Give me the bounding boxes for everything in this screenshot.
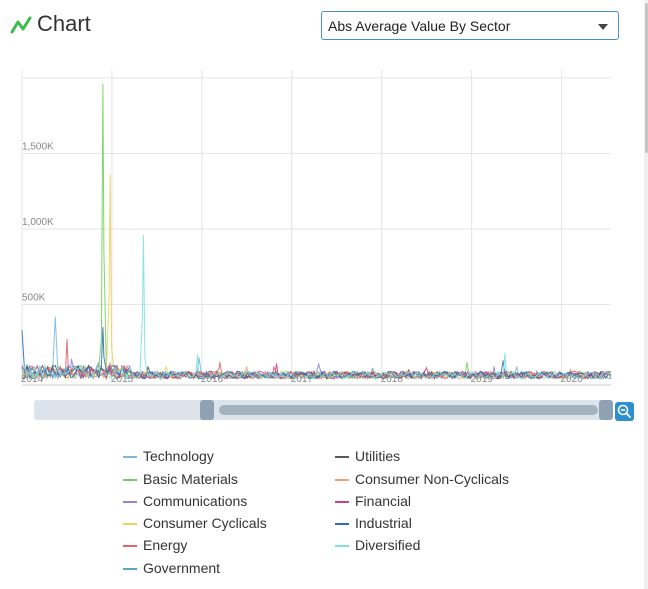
legend-label: Communications — [143, 493, 248, 509]
legend-swatch — [123, 523, 137, 525]
legend-swatch — [123, 479, 137, 481]
y-tick-label: 500K — [22, 293, 46, 304]
legend-swatch — [335, 523, 349, 525]
line-chart-icon — [10, 16, 32, 34]
legend-swatch — [335, 456, 349, 458]
legend-swatch — [123, 545, 137, 547]
zoom-out-icon — [617, 404, 631, 418]
x-tick-label: 2017 — [291, 374, 314, 385]
zoom-handle-left[interactable] — [200, 400, 214, 420]
legend-label: Technology — [143, 448, 214, 464]
legend-label: Industrial — [355, 515, 412, 531]
zoom-reset-button[interactable] — [615, 402, 634, 421]
legend-label: Diversified — [355, 537, 421, 553]
legend-label: Utilities — [355, 448, 401, 464]
x-tick-label: 2016 — [201, 374, 224, 385]
x-tick-label: 2020 — [561, 374, 584, 385]
x-tick-label: 2019 — [471, 374, 494, 385]
legend-label: Consumer Cyclicals — [143, 515, 267, 531]
metric-dropdown[interactable]: Abs Average Value By Sector — [321, 11, 619, 40]
zoom-navigator[interactable] — [34, 400, 613, 420]
series-line-consumer-cyclicals — [21, 174, 612, 381]
legend-label: Financial — [355, 493, 412, 509]
legend-swatch — [335, 501, 349, 503]
metric-dropdown-value: Abs Average Value By Sector — [328, 18, 511, 34]
legend-swatch — [123, 456, 137, 458]
page-title: Chart — [37, 11, 91, 36]
legend-swatch — [123, 568, 137, 570]
x-tick-label: 2014 — [21, 374, 44, 385]
x-tick-label: 2018 — [381, 374, 404, 385]
y-tick-label: 1,500K — [22, 142, 54, 153]
legend-label: Government — [143, 560, 221, 576]
legend-label: Basic Materials — [143, 471, 238, 487]
zoom-handle-right[interactable] — [599, 400, 613, 420]
legend-swatch — [335, 479, 349, 481]
zoom-range-selection[interactable] — [219, 405, 598, 415]
x-tick-label: 2015 — [111, 374, 134, 385]
y-tick-label: 1,000K — [22, 217, 54, 228]
legend-swatch — [123, 501, 137, 503]
chart-plot: 500K 1,000K 1,500K 2014 2015 2016 2017 2018 2019… — [21, 70, 612, 386]
legend-label: Energy — [143, 537, 188, 553]
legend-swatch — [335, 545, 349, 547]
legend-label: Consumer Non-Cyclicals — [355, 471, 510, 487]
chevron-down-icon — [598, 24, 608, 30]
